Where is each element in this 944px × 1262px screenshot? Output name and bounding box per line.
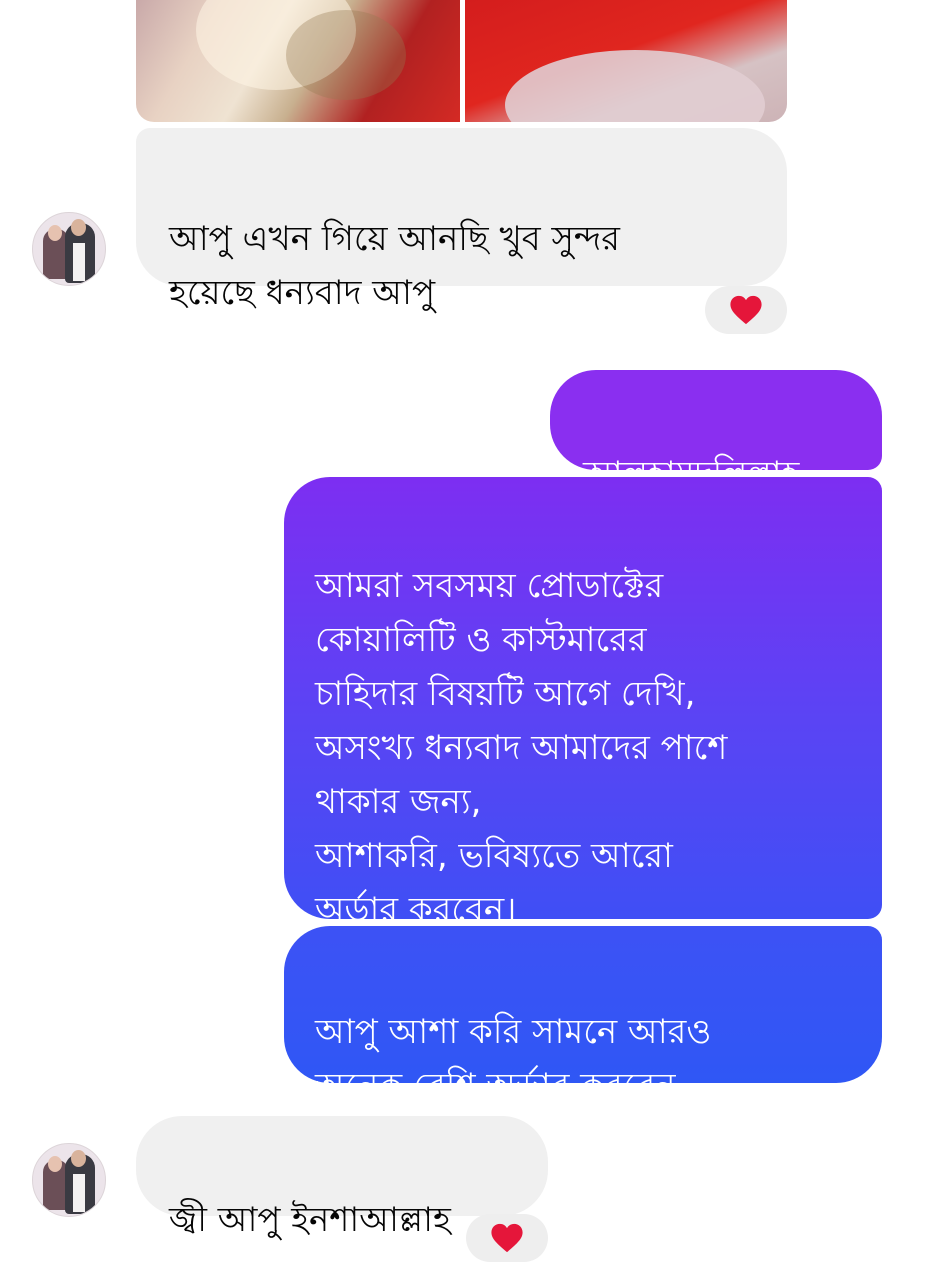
photo-attachment-right[interactable] — [465, 0, 787, 122]
contact-avatar[interactable] — [32, 212, 106, 286]
photo-attachment-left[interactable] — [136, 0, 460, 122]
incoming-message-text: আপু এখন গিয়ে আনছি খুব সুন্দর হয়েছে ধন্… — [169, 219, 620, 313]
contact-avatar[interactable] — [32, 1143, 106, 1217]
heart-reaction-icon — [730, 295, 762, 325]
incoming-message-text: জ্বী আপু ইনশাআল্লাহ — [169, 1200, 451, 1240]
incoming-message-bubble[interactable]: আপু এখন গিয়ে আনছি খুব সুন্দর হয়েছে ধন্… — [136, 128, 787, 313]
outgoing-message-bubble[interactable]: আপু আশা করি সামনে আরও অনেক বেশি অর্ডার ক… — [284, 926, 882, 1106]
message-reaction[interactable] — [466, 1214, 548, 1262]
incoming-message-bubble[interactable]: জ্বী আপু ইনশাআল্লাহ — [136, 1116, 548, 1240]
message-reaction[interactable] — [705, 286, 787, 334]
outgoing-message-bubble[interactable]: আলহামদুলিল্লাহ — [550, 370, 882, 494]
outgoing-message-text: আপু আশা করি সামনে আরও অনেক বেশি অর্ডার ক… — [315, 1012, 712, 1106]
outgoing-message-text: আমরা সবসময় প্রোডাক্টের কোয়ালিটি ও কাস্… — [315, 566, 728, 930]
outgoing-message-bubble[interactable]: আমরা সবসময় প্রোডাক্টের কোয়ালিটি ও কাস্… — [284, 477, 882, 930]
heart-reaction-icon — [491, 1223, 523, 1253]
